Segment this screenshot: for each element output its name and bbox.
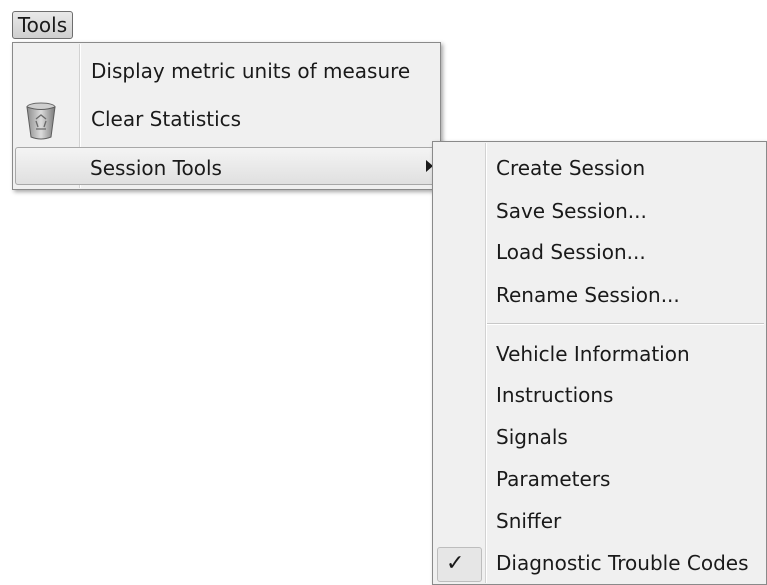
menu-item-diagnostic-trouble-codes[interactable]: ✓ Diagnostic Trouble Codes — [435, 547, 764, 582]
menu-item-signals[interactable]: Signals — [435, 425, 764, 455]
menu-item-parameters[interactable]: Parameters — [435, 467, 764, 497]
recycle-bin-icon — [26, 102, 56, 140]
menu-item-sniffer[interactable]: Sniffer — [435, 509, 764, 539]
menu-item-label: Vehicle Information — [496, 342, 690, 366]
menu-item-label: Load Session... — [496, 240, 646, 264]
menu-item-session-tools[interactable]: Session Tools — [15, 147, 438, 185]
menu-item-rename-session[interactable]: Rename Session... — [435, 283, 764, 313]
menu-item-label: Create Session — [496, 156, 646, 180]
tools-menu: Display metric units of measure Clear St… — [12, 42, 441, 190]
menu-item-label: Display metric units of measure — [91, 59, 411, 83]
menu-item-label: Rename Session... — [496, 283, 680, 307]
session-tools-menu: Create Session Save Session... Load Sess… — [432, 141, 767, 585]
menu-item-label: Sniffer — [496, 509, 562, 533]
menu-item-create-session[interactable]: Create Session — [435, 156, 764, 186]
menu-item-label: Signals — [496, 425, 568, 449]
screen: Tools Display metric units of measure Cl… — [0, 0, 767, 585]
menu-separator — [487, 323, 764, 325]
menu-item-vehicle-information[interactable]: Vehicle Information — [435, 342, 764, 372]
menu-item-display-metric-units[interactable]: Display metric units of measure — [15, 59, 438, 89]
menu-item-save-session[interactable]: Save Session... — [435, 199, 764, 229]
checkmark-icon: ✓ — [446, 551, 465, 576]
menu-item-label: Diagnostic Trouble Codes — [496, 551, 749, 575]
menu-item-label: Clear Statistics — [91, 107, 242, 131]
menu-item-instructions[interactable]: Instructions — [435, 383, 764, 413]
menu-item-label: Instructions — [496, 383, 614, 407]
menu-item-label: Session Tools — [90, 156, 222, 180]
menu-item-label: Save Session... — [496, 199, 647, 223]
menu-item-clear-statistics[interactable]: Clear Statistics — [15, 99, 438, 145]
menu-tools[interactable]: Tools — [12, 11, 73, 39]
menu-item-label: Parameters — [496, 467, 611, 491]
menu-item-load-session[interactable]: Load Session... — [435, 240, 764, 270]
